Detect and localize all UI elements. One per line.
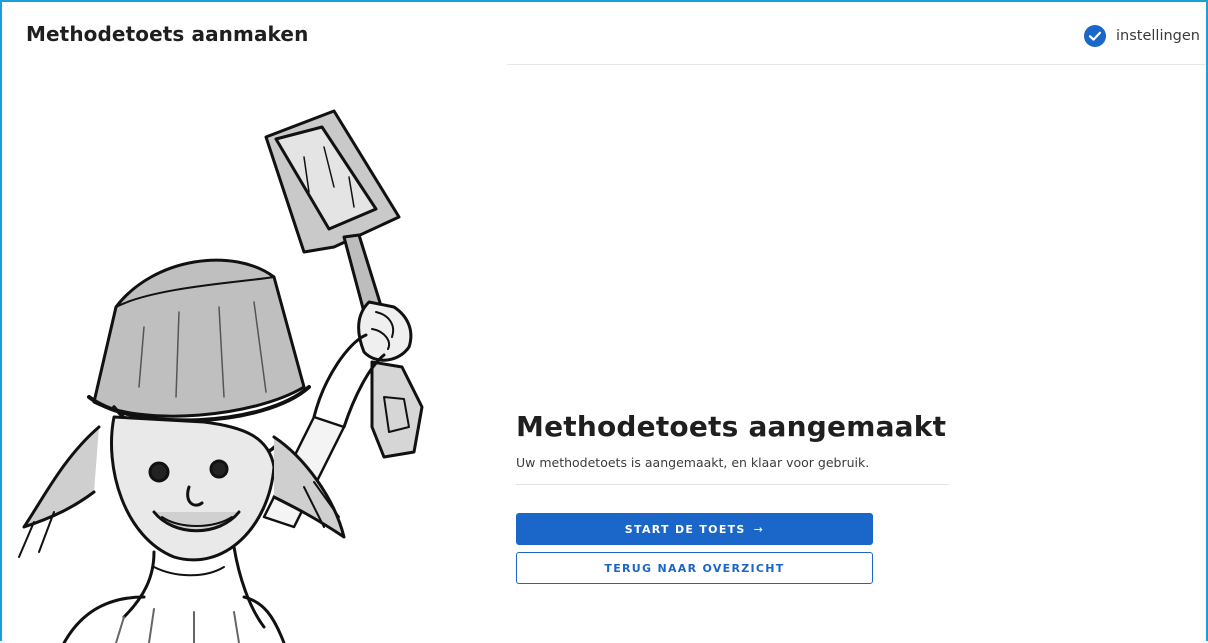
- back-to-overview-label: TERUG NAAR OVERZICHT: [604, 561, 785, 575]
- confirmation-subtitle: Uw methodetoets is aangemaakt, en klaar …: [516, 455, 870, 470]
- header-divider: [507, 64, 1206, 65]
- settings-link[interactable]: instellingen: [1084, 25, 1200, 47]
- back-to-overview-button[interactable]: TERUG NAAR OVERZICHT: [516, 552, 873, 584]
- child-with-bucket-and-shovel-illustration: [18, 109, 424, 643]
- arrow-right-icon: →: [753, 522, 765, 536]
- confirmation-panel: Methodetoets aangemaakt Uw methodetoets …: [516, 410, 949, 584]
- app-frame: Methodetoets aanmaken instellingen Metho…: [0, 0, 1208, 643]
- panel-divider: [516, 484, 949, 485]
- confirmation-title: Methodetoets aangemaakt: [516, 410, 947, 443]
- settings-label: instellingen: [1116, 28, 1200, 44]
- start-test-label: START DE TOETS: [624, 522, 746, 536]
- page-title: Methodetoets aanmaken: [26, 22, 309, 46]
- start-test-button[interactable]: START DE TOETS →: [516, 513, 873, 545]
- check-circle-icon: [1084, 25, 1107, 47]
